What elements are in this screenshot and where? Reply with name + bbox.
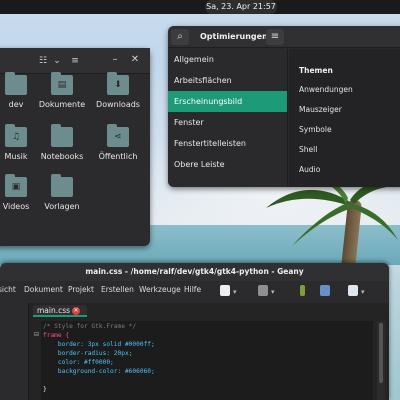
minimize-icon[interactable]: – [108,53,122,67]
new-file-icon[interactable] [220,285,230,296]
code-line: color: #ff0000; [43,359,114,366]
file-item[interactable]: ▤ Dokumente [32,72,92,110]
folder-glyph: ▤ [57,80,67,90]
code-line: } [43,386,47,393]
clock-button[interactable]: Sa, 23. Apr 21:57 [205,0,277,14]
documents-folder-icon: ▤ [51,72,73,95]
search-icon[interactable]: ⌕ [171,29,189,45]
code-line: background-color: #606060; [43,368,155,375]
build-icon[interactable] [320,285,330,296]
code-editor[interactable]: ⊟ /* Style for Gtk.Frame */ frame { borde… [33,321,373,400]
templates-folder-icon [51,174,73,197]
tweaks-panel: Themen Anwendungen Mauszeiger Symbole Shell… [289,49,400,187]
editor-area: main.css ✕ ⊟ /* Style for Gtk.Frame */ fr… [0,303,389,400]
panel-items: Anwendungen Mauszeiger Symbole Shell Audio [299,80,400,180]
tweaks-title: Optimierungen [200,32,268,41]
file-item-label: Notebooks [40,152,84,161]
file-item-label: Vorlagen [44,202,80,211]
sidebar-item[interactable]: Fenstertitelleisten [168,133,287,154]
folder-glyph: ♫ [11,132,21,142]
sidebar-item[interactable]: Obere Leiste [168,154,287,175]
theme-setting-row[interactable]: Symbole [299,120,400,140]
tweaks-header: ⌕ Optimierungen ≡ [168,26,400,48]
file-item[interactable]: ⋖ Öffentlich [88,124,148,162]
close-icon[interactable]: ✕ [128,53,142,67]
menu-item[interactable]: sicht [0,281,16,299]
file-item[interactable]: Vorlagen [32,174,92,212]
sidebar-item[interactable]: Erscheinungsbild [168,91,287,112]
section-title: Themen [299,66,333,75]
folder-glyph: ⬇ [114,80,122,90]
file-item-label: Öffentlich [98,152,138,161]
sidebar-item[interactable]: Arbeitsflächen [168,70,287,91]
sidebar-pane [0,303,29,400]
view-list-icon[interactable]: ☷ [36,53,50,69]
tweaks-sidebar: Allgemein Arbeitsflächen Erscheinungsbild F… [168,49,288,187]
public-share-folder-icon: ⋖ [107,124,129,147]
document-icon[interactable] [348,285,358,296]
geany-window: main.css - /home/ralf/dev/gtk4/gtk4-pyth… [0,263,389,400]
folder-glyph: ▣ [11,182,21,192]
menu-icon[interactable]: ≡ [67,53,83,69]
chevron-down-icon[interactable]: ⌄ [52,53,62,69]
fold-gutter: ⊟ [33,321,41,400]
folder-glyph: ⋖ [114,132,122,142]
code-line: frame { [43,332,70,339]
menu-item[interactable]: Projekt [68,281,94,299]
code-line: border-radius: 20px; [43,350,133,357]
compile-icon[interactable] [300,285,305,296]
chevron-down-icon[interactable]: ▾ [361,288,365,296]
file-manager-window: ☷ ⌄ ≡ – ✕ dev ▤ Dokumente ⬇ Downloads ♫ Musik N… [0,48,150,246]
chevron-down-icon[interactable]: ▾ [271,288,275,296]
menu-item[interactable]: Werkzeuge [139,281,181,299]
folder-icon [51,124,73,147]
code-line: border: 3px solid #0000ff; [43,341,155,348]
file-manager-header: ☷ ⌄ ≡ – ✕ [0,48,150,74]
tab-label: main.css [37,306,71,315]
sidebar-item[interactable]: Fenster [168,112,287,133]
editor-scrollbar[interactable] [377,321,385,400]
save-icon[interactable] [258,285,268,296]
menu-item[interactable]: Hilfe [184,281,201,299]
downloads-folder-icon: ⬇ [107,72,129,95]
theme-setting-row[interactable]: Mauszeiger [299,100,400,120]
videos-folder-icon: ▣ [5,174,27,197]
folder-icon [5,72,27,95]
top-bar: Sa, 23. Apr 21:57 [0,0,400,14]
tab-close-icon[interactable]: ✕ [72,307,80,315]
scrollbar-thumb[interactable] [379,323,383,383]
geany-menubar: sicht Dokument Projekt Erstellen WerkzeugeHi… [0,281,389,299]
menu-item[interactable]: Dokument [24,281,63,299]
theme-setting-row[interactable]: Shell [299,140,400,160]
music-folder-icon: ♫ [5,124,27,147]
sidebar-item[interactable]: Allgemein [168,49,287,70]
geany-title: main.css - /home/ralf/dev/gtk4/gtk4-pyth… [0,263,389,281]
fold-marker-icon[interactable]: ⊟ [34,331,40,338]
file-item[interactable]: Notebooks [32,124,92,162]
file-item-label: Dokumente [38,100,86,109]
wallpaper-palm-leaves [266,178,400,246]
menu-item[interactable]: Erstellen [101,281,134,299]
code-line: /* Style for Gtk.Frame */ [43,323,137,330]
file-item-label: Downloads [96,100,140,109]
theme-setting-row[interactable]: Audio [299,160,400,180]
chevron-down-icon[interactable]: ▾ [233,288,237,296]
editor-tab[interactable]: main.css ✕ [33,305,87,317]
file-item[interactable]: ⬇ Downloads [88,72,148,110]
theme-setting-row[interactable]: Anwendungen [299,80,400,100]
menu-icon[interactable]: ≡ [266,29,284,45]
tweaks-window: ⌕ Optimierungen ≡ Allgemein Arbeitsfläche… [168,26,400,187]
